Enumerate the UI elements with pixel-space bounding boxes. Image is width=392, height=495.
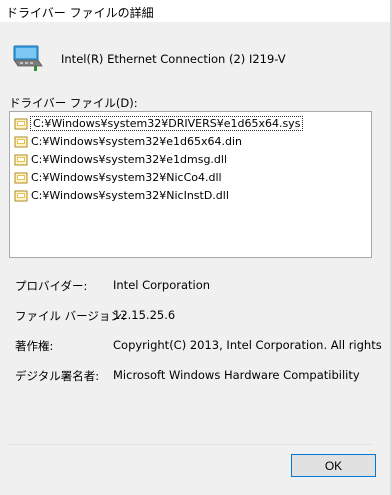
driver-file-icon xyxy=(14,189,28,203)
driver-file-icon xyxy=(14,135,28,149)
network-adapter-icon xyxy=(12,42,44,72)
file-version-label: ファイル バージョン: xyxy=(15,309,126,323)
digital-signer-value: Microsoft Windows Hardware Compatibility xyxy=(113,368,360,382)
device-name: Intel(R) Ethernet Connection (2) I219-V xyxy=(61,52,286,66)
file-path: C:¥Windows¥system32¥NicCo4.dll xyxy=(31,171,222,184)
driver-file-icon xyxy=(14,171,28,185)
provider-label: プロバイダー: xyxy=(15,279,88,293)
file-path: C:¥Windows¥system32¥e1d65x64.din xyxy=(31,135,243,148)
digital-signer-label: デジタル署名者: xyxy=(15,369,100,383)
provider-value: Intel Corporation xyxy=(113,278,211,292)
driver-files-label: ドライバー ファイル(D): xyxy=(9,96,138,110)
copyright-value: Copyright(C) 2013, Intel Corporation. Al… xyxy=(113,338,382,352)
divider xyxy=(9,444,372,445)
file-version-value: 12.15.25.6 xyxy=(113,308,176,322)
file-path: C:¥Windows¥system32¥DRIVERS¥e1d65x64.sys xyxy=(29,116,304,131)
copyright-label: 著作権: xyxy=(15,339,54,353)
list-item[interactable]: C:¥Windows¥system32¥e1d65x64.din xyxy=(14,133,242,150)
file-path: C:¥Windows¥system32¥e1dmsg.dll xyxy=(31,153,228,166)
title-bar[interactable]: ドライバー ファイルの詳細 xyxy=(0,0,392,22)
window-title: ドライバー ファイルの詳細 xyxy=(6,6,154,20)
file-path: C:¥Windows¥system32¥NicInstD.dll xyxy=(31,189,229,202)
ok-button[interactable]: OK xyxy=(291,454,376,477)
list-item[interactable]: C:¥Windows¥system32¥NicInstD.dll xyxy=(14,187,229,204)
driver-file-icon xyxy=(14,153,28,167)
list-item[interactable]: C:¥Windows¥system32¥e1dmsg.dll xyxy=(14,151,227,168)
list-item[interactable]: C:¥Windows¥system32¥NicCo4.dll xyxy=(14,169,222,186)
list-item[interactable]: C:¥Windows¥system32¥DRIVERS¥e1d65x64.sys xyxy=(14,115,304,132)
driver-files-list[interactable]: C:¥Windows¥system32¥DRIVERS¥e1d65x64.sys… xyxy=(9,111,372,258)
driver-file-icon xyxy=(14,117,28,131)
